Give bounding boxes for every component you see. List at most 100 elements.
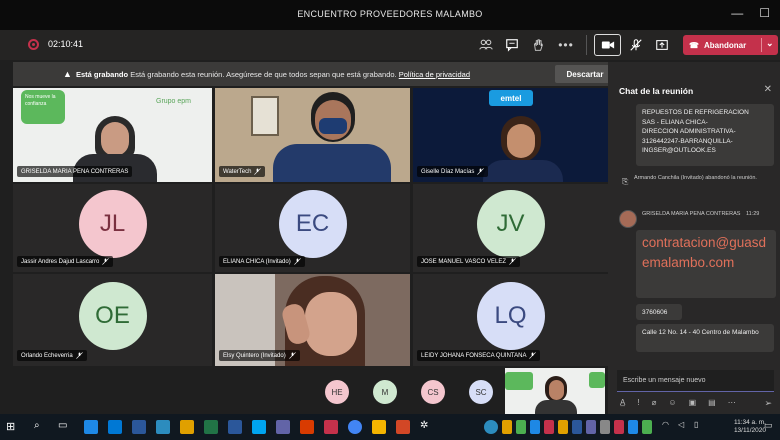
app-icon[interactable] [324, 420, 338, 434]
brand-logo: emtel [489, 90, 533, 106]
app-icon[interactable] [228, 420, 242, 434]
battery-icon[interactable]: ▯ [694, 420, 708, 434]
call-timer: 02:10:41 [48, 39, 84, 49]
excel-icon[interactable] [204, 420, 218, 434]
warning-icon: ▲ [63, 69, 72, 79]
outlook-icon[interactable] [108, 420, 122, 434]
avatar[interactable]: HE [325, 380, 349, 404]
app-icon[interactable] [372, 420, 386, 434]
raise-hand-button[interactable] [528, 36, 548, 54]
video-tile[interactable]: LQ LEIDY JOHANA FONSECA QUINTANA [413, 274, 608, 366]
important-icon[interactable]: ! [637, 398, 639, 407]
avatar[interactable]: CS [421, 380, 445, 404]
leave-button[interactable]: ☎ Abandonar ⌄ [683, 35, 778, 55]
video-tile[interactable]: JV JOSE MANUEL VASCO VELEZ [413, 184, 608, 272]
chat-button[interactable] [502, 36, 522, 54]
format-icon[interactable]: A̲ [620, 398, 625, 407]
recording-notice: Está grabando Está grabando esta reunión… [76, 70, 470, 79]
word-icon[interactable] [132, 420, 146, 434]
chat-message-line: INGSER@OUTLOOK.ES [642, 147, 716, 154]
mic-muted-icon [477, 168, 485, 175]
more-options-icon[interactable]: ⋯ [728, 398, 736, 407]
privacy-policy-link[interactable]: Política de privacidad [399, 70, 470, 79]
microphone-button[interactable] [626, 36, 646, 54]
person-face [101, 122, 129, 156]
video-tile[interactable]: EC ELIANA CHICA (Invitado) [215, 184, 410, 272]
windows-start-icon[interactable]: ⊞ [6, 420, 20, 434]
taskbar-clock[interactable]: 11:34 a. m. 13/11/2020 [734, 419, 766, 435]
participant-name: Giselle Díaz Macías [417, 166, 489, 177]
sticker-icon[interactable]: ▤ [708, 398, 716, 407]
attach-icon[interactable]: ⌀ [652, 398, 657, 407]
teams-icon[interactable] [276, 420, 290, 434]
send-icon[interactable]: ➢ [764, 398, 772, 409]
tray-icon[interactable] [502, 420, 512, 434]
tray-icon[interactable] [614, 420, 624, 434]
task-view-icon[interactable]: ▭ [58, 420, 72, 434]
wifi-icon[interactable]: ◠ [662, 420, 676, 434]
participants-button[interactable] [476, 36, 496, 54]
video-tile[interactable]: Nos mueve la confianza Grupo epm GRISELD… [13, 88, 212, 182]
chat-message-line: DIRECCION ADMINISTRATIVA- [642, 128, 736, 135]
chat-message-line: SAS - ELIANA CHICA- [642, 118, 708, 126]
edge-icon[interactable] [84, 420, 98, 434]
chat-title: Chat de la reunión [619, 86, 694, 96]
chat-message-address: Calle 12 No. 14 - 40 Centro de Malambo [636, 324, 774, 352]
brand-logo: Grupo epm [156, 98, 192, 105]
chrome-icon[interactable] [348, 420, 362, 434]
more-actions-button[interactable]: ••• [556, 36, 576, 54]
avatar[interactable]: SC [469, 380, 493, 404]
tray-icon[interactable] [484, 420, 498, 434]
tray-icon[interactable] [572, 420, 582, 434]
avatar: JL [78, 190, 147, 258]
tray-icon[interactable] [530, 420, 540, 434]
settings-icon[interactable]: ✲ [420, 420, 434, 434]
maximize-button[interactable]: ☐ [759, 6, 770, 20]
mic-muted-icon [630, 39, 642, 51]
chevron-down-icon[interactable]: ⌄ [766, 38, 774, 49]
tray-icon[interactable] [642, 420, 652, 434]
camera-button[interactable] [594, 34, 621, 56]
skype-icon[interactable] [252, 420, 266, 434]
dismiss-button[interactable]: Descartar [555, 65, 615, 83]
volume-icon[interactable]: ◁ [678, 420, 692, 434]
folder-icon[interactable] [180, 420, 194, 434]
app-icon[interactable] [156, 420, 170, 434]
brand-sign: Nos mueve la confianza [21, 90, 65, 124]
mic-muted-icon [254, 168, 262, 175]
tray-icon[interactable] [558, 420, 568, 434]
video-tile[interactable]: emtel Giselle Díaz Macías [413, 88, 608, 182]
compose-toolbar: A̲ ! ⌀ ☺ ▣ ▤ ⋯ [620, 398, 736, 407]
participant-name: Orlando Echeverria [17, 350, 87, 361]
participant-name: ELIANA CHICA (Invitado) [219, 256, 305, 267]
notifications-icon[interactable]: ▭ [764, 420, 778, 434]
search-icon[interactable]: ⌕ [34, 420, 48, 434]
emoji-icon[interactable]: ☺ [668, 398, 676, 407]
video-tile[interactable]: WaterTech [215, 88, 410, 182]
powerpoint-icon[interactable] [396, 420, 410, 434]
self-video[interactable] [505, 368, 605, 414]
tray-icon[interactable] [544, 420, 554, 434]
video-tile[interactable]: Elsy Quintero (Invitado) [215, 274, 410, 366]
recording-notice-text: Está grabando esta reunión. Asegúrese de… [130, 70, 397, 79]
tray-icon[interactable] [628, 420, 638, 434]
toolbar-divider [586, 35, 587, 55]
share-icon [656, 40, 668, 50]
gif-icon[interactable]: ▣ [689, 398, 697, 407]
minimize-button[interactable]: — [731, 6, 743, 20]
tray-icon[interactable] [586, 420, 596, 434]
person-face [549, 380, 564, 400]
share-screen-button[interactable] [652, 36, 672, 54]
message-time: 11:29 [745, 211, 760, 217]
tray-icon[interactable] [600, 420, 610, 434]
mic-muted-icon [102, 258, 110, 265]
video-tile[interactable]: JL Jassir Andres Dajud Lascarro [13, 184, 212, 272]
avatar[interactable]: M [373, 380, 397, 404]
video-tile[interactable]: OE Orlando Echeverria [13, 274, 212, 366]
compose-message-input[interactable]: Escribe un mensaje nuevo [617, 370, 774, 392]
window-title: ENCUENTRO PROVEEDORES MALAMBO [297, 9, 483, 19]
tray-icon[interactable] [516, 420, 526, 434]
close-icon[interactable]: ✕ [764, 84, 772, 95]
acrobat-icon[interactable] [300, 420, 314, 434]
avatar [619, 210, 637, 228]
